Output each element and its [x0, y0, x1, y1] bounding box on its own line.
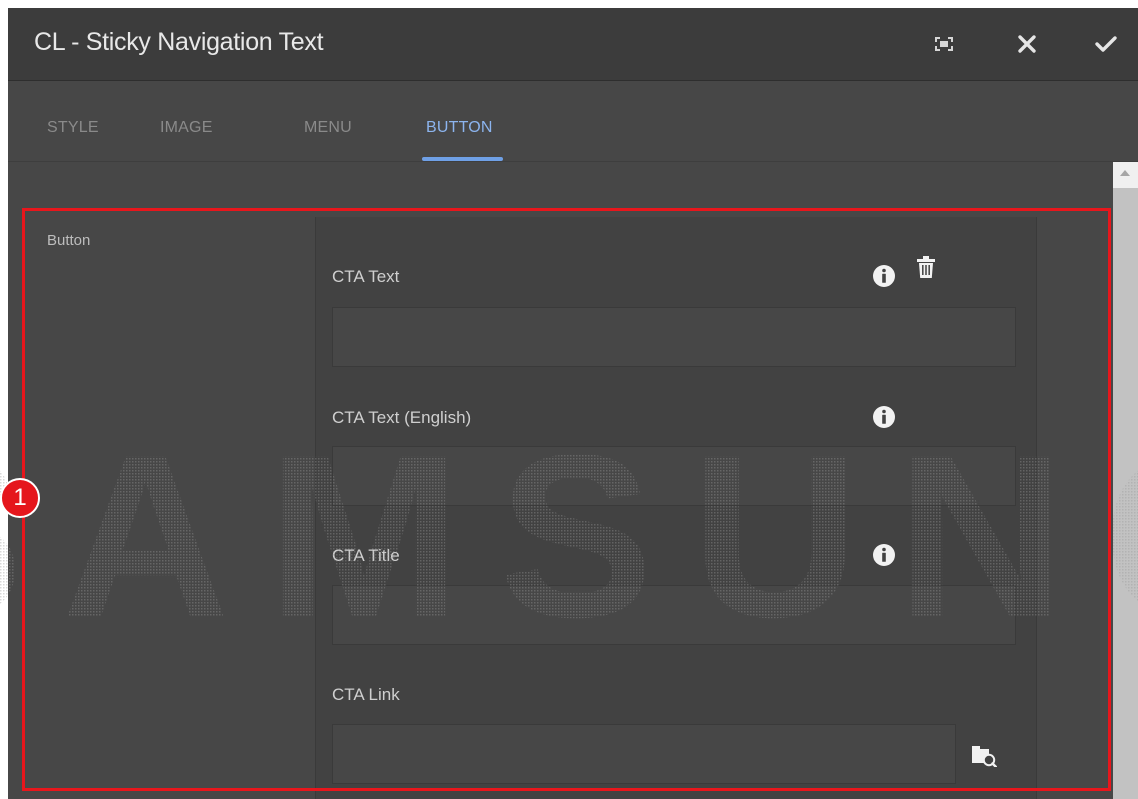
tab-button[interactable]: BUTTON [426, 119, 493, 137]
tab-style[interactable]: STYLE [47, 119, 99, 137]
tab-bar: STYLE IMAGE MENU BUTTON [8, 81, 1138, 162]
cta-link-input[interactable] [332, 724, 956, 784]
section-sidebar [23, 217, 315, 799]
tab-image[interactable]: IMAGE [160, 119, 213, 137]
active-tab-indicator [422, 157, 503, 161]
browse-path-button[interactable] [955, 725, 1013, 785]
info-icon[interactable] [872, 405, 896, 429]
cta-text-english-label: CTA Text (English) [332, 408, 472, 427]
browse-folder-icon [972, 746, 997, 767]
cta-text-english-input[interactable] [332, 446, 1016, 506]
info-icon[interactable] [872, 264, 896, 288]
cta-link-label: CTA Link [332, 685, 400, 704]
dialog-header: CL - Sticky Navigation Text [8, 8, 1138, 81]
close-icon [1018, 35, 1036, 53]
info-icon[interactable] [872, 543, 896, 567]
scrollbar-thumb[interactable] [1113, 188, 1138, 799]
section-label: Button [47, 232, 91, 249]
check-icon [1095, 36, 1117, 52]
confirm-button[interactable] [1088, 26, 1124, 62]
scroll-up-arrow-icon[interactable] [1120, 170, 1130, 176]
dialog: CL - Sticky Navigation Text STYLE IMAGE … [8, 8, 1138, 799]
dialog-title: CL - Sticky Navigation Text [34, 28, 324, 56]
tab-menu[interactable]: MENU [304, 119, 352, 137]
close-button[interactable] [1009, 26, 1045, 62]
cta-text-label: CTA Text [332, 267, 400, 286]
section-fields [315, 217, 1037, 799]
annotation-marker: 1 [0, 478, 40, 518]
scrollbar[interactable] [1113, 162, 1138, 799]
cta-title-input[interactable] [332, 585, 1016, 645]
trash-icon[interactable] [916, 255, 936, 279]
fullscreen-button[interactable] [926, 26, 962, 62]
cta-text-input[interactable] [332, 307, 1016, 367]
fullscreen-icon [935, 37, 953, 51]
cta-title-label: CTA Title [332, 546, 400, 565]
